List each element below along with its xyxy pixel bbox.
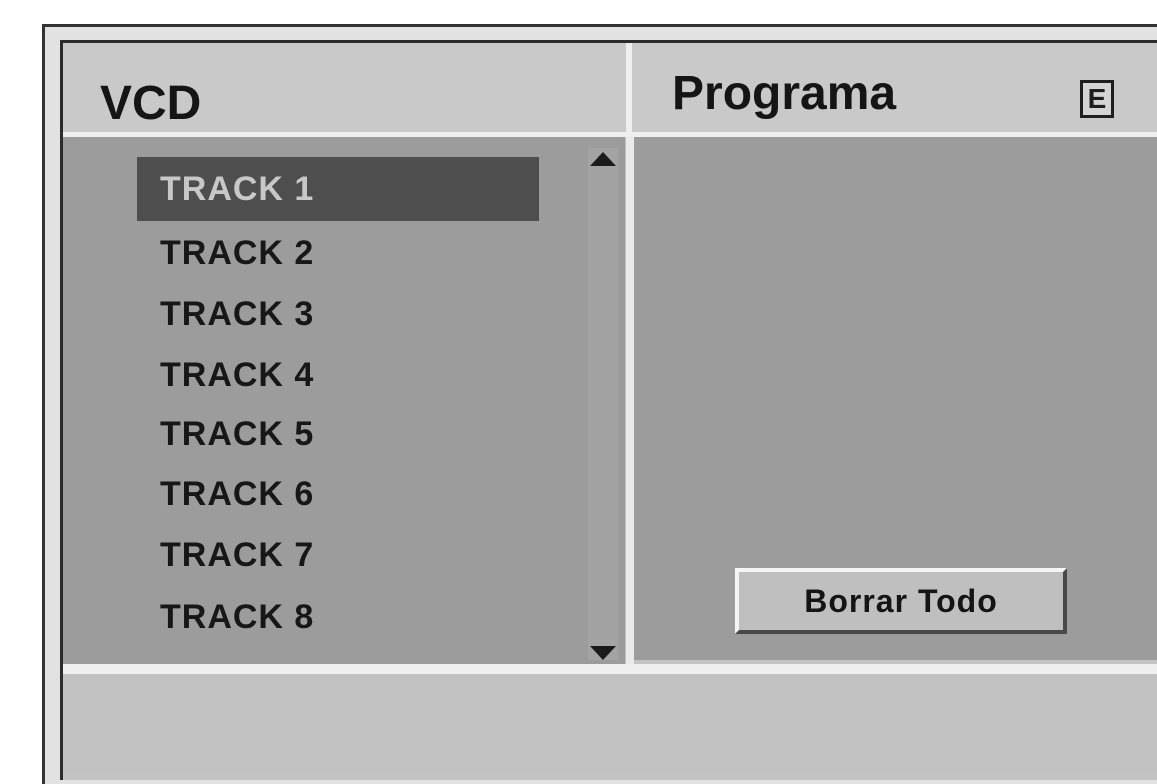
track-item[interactable]: TRACK 5	[160, 417, 314, 451]
scroll-up-arrow-icon[interactable]	[590, 152, 616, 166]
disc-type-title: VCD	[100, 77, 202, 130]
clear-all-button[interactable]: Borrar Todo	[735, 568, 1067, 634]
track-item[interactable]: TRACK 3	[160, 297, 314, 331]
scrollbar[interactable]	[588, 148, 618, 660]
track-item[interactable]: TRACK 8	[160, 600, 314, 634]
header-divider	[626, 43, 632, 133]
program-title: Programa	[672, 67, 897, 120]
track-item[interactable]: TRACK 2	[160, 236, 314, 270]
footer-area	[63, 674, 1157, 774]
track-item[interactable]: TRACK 1	[160, 172, 314, 206]
footer-separator	[63, 664, 1157, 674]
track-item[interactable]: TRACK 7	[160, 538, 314, 572]
track-item[interactable]: TRACK 4	[160, 358, 314, 392]
edit-mode-badge: E	[1080, 80, 1114, 118]
panel-divider	[626, 137, 634, 672]
scroll-down-arrow-icon[interactable]	[590, 646, 616, 660]
track-item[interactable]: TRACK 6	[160, 477, 314, 511]
